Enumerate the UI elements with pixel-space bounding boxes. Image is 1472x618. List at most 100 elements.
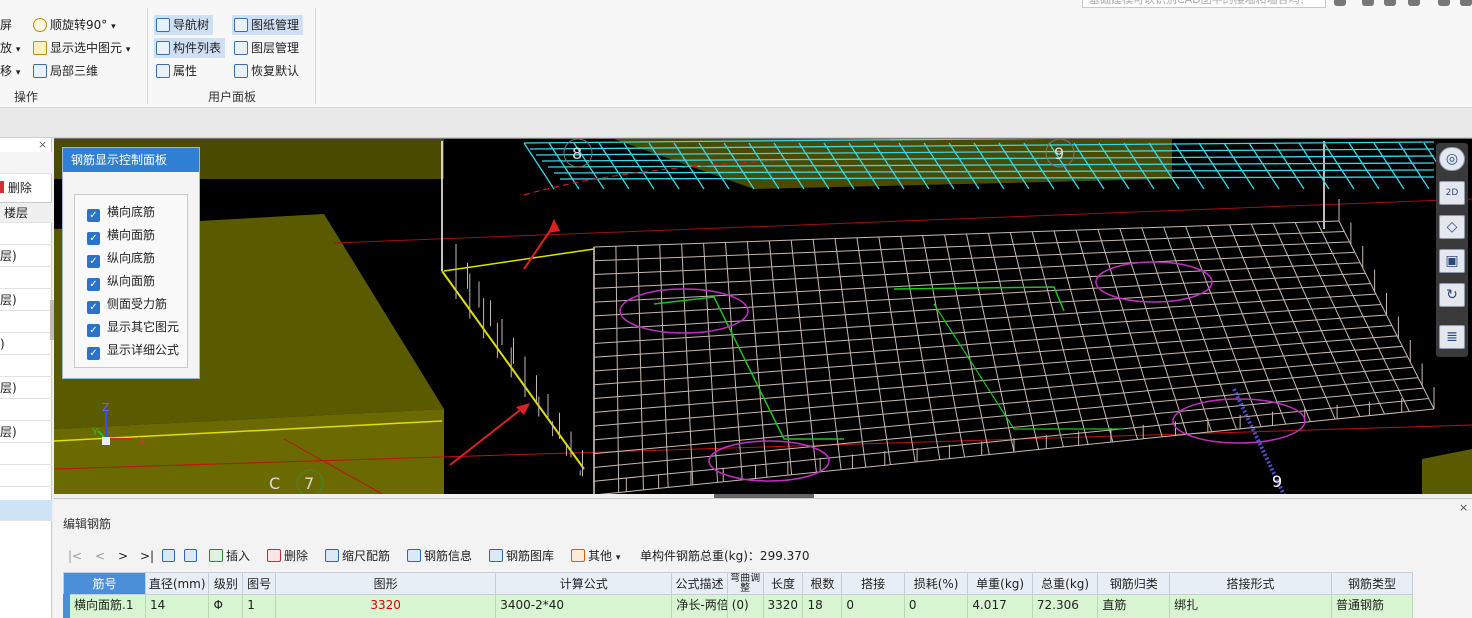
checkbox-detail-formula[interactable]: ✓ 显示详细公式 — [87, 341, 179, 360]
list-item[interactable] — [0, 224, 52, 245]
minimize-icon[interactable] — [1438, 0, 1450, 6]
table-cell[interactable]: 横向面筋.1 — [63, 594, 146, 618]
column-header[interactable]: 筋号 — [63, 572, 146, 595]
refresh-icon[interactable]: ↻ — [1439, 283, 1465, 307]
column-header[interactable]: 损耗(%) — [903, 572, 969, 595]
table-cell[interactable]: 0 — [903, 594, 969, 618]
checkbox-longitudinal-top[interactable]: ✓ 纵向面筋 — [87, 272, 155, 291]
scale-rebar-button[interactable]: 缩尺配筋 — [325, 547, 390, 565]
move-down-button[interactable] — [184, 547, 200, 565]
table-cell[interactable]: 14 — [144, 594, 210, 618]
column-header[interactable]: 搭接 — [841, 572, 905, 595]
column-header[interactable]: 图号 — [242, 572, 276, 595]
more-icon[interactable] — [1460, 0, 1472, 6]
user-icon[interactable] — [1362, 0, 1374, 6]
list-item[interactable] — [0, 400, 52, 421]
zoom-button[interactable]: 放 ▾ — [0, 38, 20, 58]
list-item[interactable] — [0, 356, 52, 377]
3d-box-icon[interactable]: ◇ — [1439, 215, 1465, 239]
orbit-icon[interactable]: ◎ — [1439, 147, 1465, 171]
settings-icon[interactable] — [1384, 0, 1396, 6]
list-item[interactable]: 层) — [0, 290, 52, 311]
insert-button[interactable]: 插入 — [209, 547, 250, 565]
3d-viewport[interactable]: 8 9 C 7 9 Z X Y — [54, 138, 1472, 494]
list-icon[interactable]: ≣ — [1439, 325, 1465, 349]
show-selected-button[interactable]: 显示选中图元 ▾ — [33, 38, 130, 58]
table-cell[interactable]: 绑扎 — [1169, 594, 1332, 618]
rebar-info-button[interactable]: 钢筋信息 — [407, 547, 472, 565]
table-row[interactable]: 横向面筋.1 14 Φ 1 3320 3400-2*40 净长-两倍 (0) 3… — [63, 594, 1414, 618]
column-header[interactable]: 钢筋类型 — [1330, 572, 1414, 595]
help-icon[interactable] — [1408, 0, 1420, 6]
checkmark-icon: ✓ — [87, 301, 100, 314]
layer-manage-button[interactable]: 图层管理 — [234, 38, 299, 58]
2d-view-icon[interactable]: 2D — [1439, 181, 1465, 205]
rebar-library-button[interactable]: 钢筋图库 — [489, 547, 554, 565]
table-cell[interactable]: 3320 — [274, 594, 497, 618]
delete-button[interactable]: 删除 — [267, 547, 308, 565]
close-icon[interactable]: × — [1459, 501, 1468, 514]
checkbox-longitudinal-bottom[interactable]: ✓ 纵向底筋 — [87, 249, 155, 268]
table-cell[interactable]: Φ — [208, 594, 244, 618]
properties-button[interactable]: 属性 — [156, 61, 197, 81]
table-cell[interactable]: 3400-2*40 — [495, 594, 673, 618]
move-up-button[interactable] — [162, 547, 178, 565]
list-item[interactable]: 层) — [0, 422, 52, 443]
column-header[interactable]: 长度 — [762, 572, 804, 595]
column-header[interactable]: 搭接形式 — [1169, 572, 1332, 595]
list-item[interactable]: ) — [0, 334, 52, 355]
cube-icon[interactable]: ▣ — [1439, 249, 1465, 273]
row-selector[interactable] — [63, 594, 70, 618]
table-cell[interactable]: 4.017 — [967, 594, 1033, 618]
column-header[interactable]: 直径(mm) — [144, 572, 210, 595]
list-item[interactable]: 层) — [0, 378, 52, 399]
column-header[interactable]: 公式描述 — [671, 572, 728, 595]
column-header[interactable]: 钢筋归类 — [1097, 572, 1171, 595]
nav-tree-button[interactable]: 导航树 — [154, 15, 214, 35]
close-icon[interactable]: × — [38, 138, 47, 151]
group-title-ops: 操作 — [13, 90, 38, 104]
table-cell[interactable]: 3320 — [762, 594, 804, 618]
search-input[interactable]: 基础建模可以识别CAD图中的楼墙和墙合吗？ — [1082, 0, 1326, 8]
last-record-button[interactable]: >| — [140, 547, 154, 565]
other-button[interactable]: 其他 ▾ — [571, 547, 620, 565]
prev-record-button[interactable]: < — [95, 547, 105, 565]
column-header[interactable]: 图形 — [274, 572, 497, 595]
pan-button[interactable]: 移 ▾ — [0, 61, 20, 81]
rotate-90-button[interactable]: 顺旋转90° ▾ — [33, 15, 116, 35]
list-item[interactable] — [0, 444, 52, 465]
local-3d-button[interactable]: 局部三维 — [33, 61, 98, 81]
table-cell[interactable]: 普通钢筋 — [1330, 594, 1414, 618]
column-header[interactable]: 级别 — [208, 572, 244, 595]
list-item-selected[interactable] — [0, 500, 52, 521]
column-header[interactable]: 弯曲调整 — [726, 572, 764, 595]
drawing-manage-button[interactable]: 图纸管理 — [232, 15, 304, 35]
checkbox-transverse-bottom[interactable]: ✓ 横向底筋 — [87, 203, 155, 222]
table-cell[interactable]: 直筋 — [1097, 594, 1171, 618]
delete-button[interactable]: 删除 — [0, 178, 52, 199]
next-record-button[interactable]: > — [118, 547, 128, 565]
restore-default-button[interactable]: 恢复默认 — [234, 61, 299, 81]
column-header[interactable]: 单重(kg) — [967, 572, 1033, 595]
list-item[interactable] — [0, 312, 52, 333]
checkbox-transverse-top[interactable]: ✓ 横向面筋 — [87, 226, 155, 245]
list-item[interactable] — [0, 268, 52, 289]
first-record-button[interactable]: |< — [68, 547, 82, 565]
other-icon — [571, 549, 585, 562]
component-list-button[interactable]: 构件列表 — [154, 38, 226, 58]
search-icon[interactable] — [1334, 0, 1346, 6]
table-cell[interactable]: (0) — [726, 594, 764, 618]
column-header[interactable]: 计算公式 — [495, 572, 673, 595]
table-cell[interactable]: 1 — [242, 594, 276, 618]
table-cell[interactable]: 18 — [802, 594, 843, 618]
column-header[interactable]: 根数 — [802, 572, 843, 595]
checkbox-side-rebar[interactable]: ✓ 侧面受力筋 — [87, 295, 167, 314]
list-item[interactable]: 层) — [0, 246, 52, 267]
table-cell[interactable]: 净长-两倍 — [671, 594, 728, 618]
checkbox-other-elements[interactable]: ✓ 显示其它图元 — [87, 318, 179, 337]
list-item[interactable] — [0, 466, 52, 487]
fullscreen-button[interactable]: 屏 — [0, 15, 12, 35]
column-header[interactable]: 总重(kg) — [1031, 572, 1099, 595]
table-cell[interactable]: 0 — [841, 594, 905, 618]
table-cell[interactable]: 72.306 — [1031, 594, 1099, 618]
